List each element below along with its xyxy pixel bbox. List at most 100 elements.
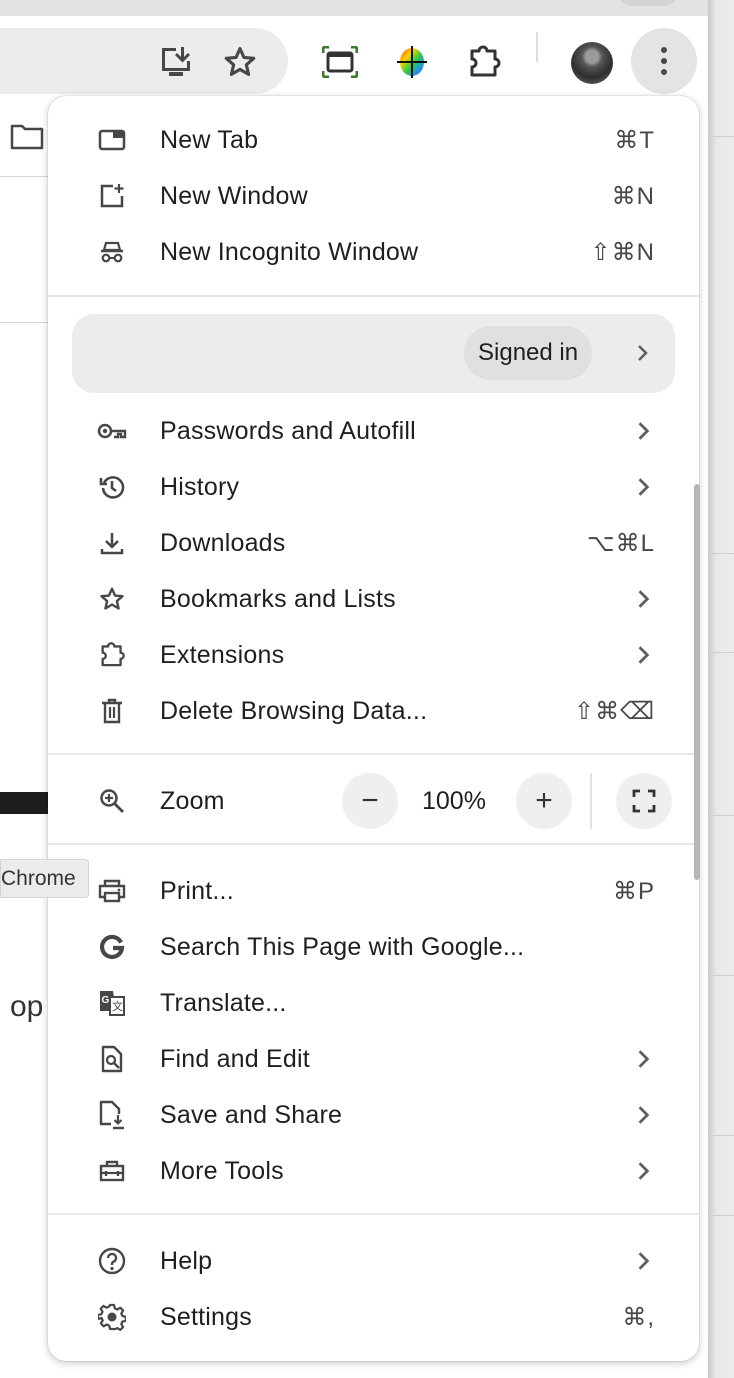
- google-g-icon: [96, 931, 128, 963]
- menu-item-label: Settings: [160, 1302, 252, 1331]
- save-page-icon: [96, 1099, 128, 1131]
- menu-item-find-edit[interactable]: Find and Edit: [48, 1031, 699, 1087]
- page-dark-bar: [0, 792, 50, 814]
- puzzle-icon: [96, 639, 128, 671]
- chevron-right-icon: [638, 1050, 650, 1068]
- chevron-right-icon: [638, 478, 650, 496]
- chevron-right-icon: [638, 1162, 650, 1180]
- menu-item-label: Find and Edit: [160, 1044, 310, 1073]
- fullscreen-icon: [632, 789, 656, 813]
- more-vert-icon: [661, 47, 667, 75]
- divider: [0, 176, 50, 177]
- zoom-in-button[interactable]: +: [516, 773, 572, 829]
- page-content: [0, 110, 50, 1378]
- menu-item-new-window[interactable]: New Window ⌘N: [48, 168, 699, 224]
- menu-item-downloads[interactable]: Downloads ⌥⌘L: [48, 515, 699, 571]
- menu-item-history[interactable]: History: [48, 459, 699, 515]
- gear-icon: [96, 1301, 128, 1333]
- divider: [0, 322, 50, 323]
- more-menu-button[interactable]: [631, 28, 697, 94]
- signed-in-badge: Signed in: [464, 326, 593, 380]
- help-icon: [96, 1245, 128, 1277]
- menu-item-label: Downloads: [160, 528, 286, 557]
- history-icon: [96, 471, 128, 503]
- menu-item-label: New Tab: [160, 125, 259, 154]
- menu-item-label: Save and Share: [160, 1100, 343, 1129]
- key-icon: [96, 415, 128, 447]
- menu-item-label: New Window: [160, 181, 308, 210]
- svg-text:G: G: [102, 995, 110, 1006]
- new-tab-icon: [96, 124, 128, 156]
- menu-item-delete-browsing-data[interactable]: Delete Browsing Data... ⇧⌘⌫: [48, 683, 699, 739]
- menu-item-label: Bookmarks and Lists: [160, 584, 396, 613]
- install-app-icon[interactable]: [154, 40, 198, 84]
- chevron-right-icon: [638, 1106, 650, 1124]
- shortcut: ⇧⌘N: [590, 238, 655, 266]
- menu-item-label: Translate...: [160, 988, 287, 1017]
- chevron-right-icon: [638, 422, 650, 440]
- menu-item-new-incognito[interactable]: New Incognito Window ⇧⌘N: [48, 224, 699, 280]
- download-icon: [96, 527, 128, 559]
- menu-divider: [48, 295, 699, 297]
- menu-item-search-google[interactable]: Search This Page with Google...: [48, 919, 699, 975]
- menu-item-label: Passwords and Autofill: [160, 416, 416, 445]
- profile-avatar[interactable]: [571, 42, 613, 84]
- shortcut: ⌘,: [622, 1303, 655, 1331]
- minus-icon: −: [361, 784, 379, 817]
- menu-item-help[interactable]: Help: [48, 1233, 699, 1289]
- extensions-icon[interactable]: [462, 40, 506, 84]
- chevron-right-icon: [638, 646, 650, 664]
- menu-item-extensions[interactable]: Extensions: [48, 627, 699, 683]
- find-in-page-icon: [96, 1043, 128, 1075]
- trash-icon: [96, 695, 128, 727]
- incognito-icon: [96, 236, 128, 268]
- tab-strip-button[interactable]: [618, 0, 678, 6]
- chrome-main-menu: New Tab ⌘T New Window ⌘N New Incognito W…: [48, 96, 699, 1361]
- svg-text:文: 文: [112, 999, 123, 1013]
- zoom-level: 100%: [422, 786, 486, 815]
- shortcut: ⌥⌘L: [586, 529, 655, 557]
- menu-item-label: New Incognito Window: [160, 237, 419, 266]
- menu-divider: [48, 843, 699, 845]
- menu-item-zoom: Zoom − 100% +: [48, 773, 699, 829]
- menu-item-bookmarks[interactable]: Bookmarks and Lists: [48, 571, 699, 627]
- scrollbar-thumb[interactable]: [694, 484, 700, 880]
- menu-item-save-share[interactable]: Save and Share: [48, 1087, 699, 1143]
- zoom-out-button[interactable]: −: [342, 773, 398, 829]
- menu-item-label: Delete Browsing Data...: [160, 696, 428, 725]
- chevron-right-icon: [638, 1252, 650, 1270]
- shortcut: ⇧⌘⌫: [573, 697, 655, 725]
- shortcut: ⌘N: [611, 182, 655, 210]
- folder-icon[interactable]: [10, 124, 44, 155]
- fullscreen-button[interactable]: [616, 773, 672, 829]
- menu-item-label: More Tools: [160, 1156, 284, 1185]
- star-icon: [96, 583, 128, 615]
- tab-strip: [0, 0, 708, 16]
- menu-item-label: Help: [160, 1246, 213, 1275]
- zoom-separator: [590, 773, 592, 829]
- zoom-in-icon: [96, 785, 128, 817]
- browser-window: op Chrome New Tab ⌘T New Window ⌘N New I…: [0, 0, 734, 1378]
- plus-icon: +: [535, 784, 553, 817]
- toolbar-separator: [536, 32, 538, 62]
- menu-item-more-tools[interactable]: More Tools: [48, 1143, 699, 1199]
- menu-item-new-tab[interactable]: New Tab ⌘T: [48, 112, 699, 168]
- profile-row[interactable]: Signed in: [72, 314, 675, 393]
- menu-item-label: Extensions: [160, 640, 285, 669]
- color-picker-icon[interactable]: [390, 40, 434, 84]
- screen-capture-icon[interactable]: [318, 40, 362, 84]
- new-window-icon: [96, 180, 128, 212]
- menu-item-settings[interactable]: Settings ⌘,: [48, 1289, 699, 1345]
- menu-item-passwords[interactable]: Passwords and Autofill: [48, 403, 699, 459]
- menu-item-print[interactable]: Print... ⌘P: [48, 863, 699, 919]
- toolbox-icon: [96, 1155, 128, 1187]
- shortcut: ⌘P: [612, 877, 655, 905]
- menu-item-translate[interactable]: G文 Translate...: [48, 975, 699, 1031]
- menu-divider: [48, 1213, 699, 1215]
- translate-icon: G文: [96, 987, 128, 1019]
- bookmark-star-icon[interactable]: [218, 40, 262, 84]
- menu-item-label: Print...: [160, 876, 234, 905]
- print-icon: [96, 875, 128, 907]
- menu-item-label: Zoom: [160, 786, 225, 815]
- menu-item-label: Search This Page with Google...: [160, 932, 525, 961]
